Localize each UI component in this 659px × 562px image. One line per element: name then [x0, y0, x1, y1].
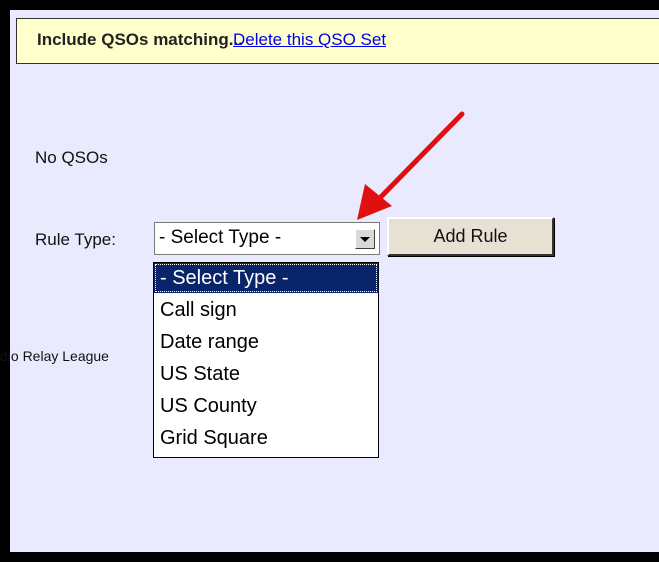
add-rule-button[interactable]: Add Rule	[387, 217, 554, 256]
rule-type-select-value: - Select Type -	[159, 227, 282, 248]
dropdown-option-grid-square[interactable]: Grid Square	[154, 423, 378, 453]
dropdown-option-us-state[interactable]: US State	[154, 359, 378, 389]
rule-type-select[interactable]: - Select Type -	[154, 222, 380, 255]
delete-qso-set-link[interactable]: Delete this QSO Set	[233, 30, 386, 50]
dropdown-option-call-sign[interactable]: Call sign	[154, 295, 378, 325]
dropdown-option-select-type[interactable]: - Select Type -	[154, 263, 378, 293]
dropdown-arrow-icon[interactable]	[355, 229, 375, 249]
dropdown-option-us-county[interactable]: US County	[154, 391, 378, 421]
footer-copyright-text: dio Relay League	[0, 348, 109, 364]
qso-set-title: Include QSOs matching...	[37, 30, 243, 49]
qso-set-header: Include QSOs matching... Delete this QSO…	[16, 18, 659, 64]
no-qsos-status: No QSOs	[35, 148, 108, 167]
dropdown-option-date-range[interactable]: Date range	[154, 327, 378, 357]
rule-type-dropdown-list[interactable]: - Select Type - Call sign Date range US …	[153, 262, 379, 458]
rule-type-label: Rule Type:	[35, 230, 116, 249]
